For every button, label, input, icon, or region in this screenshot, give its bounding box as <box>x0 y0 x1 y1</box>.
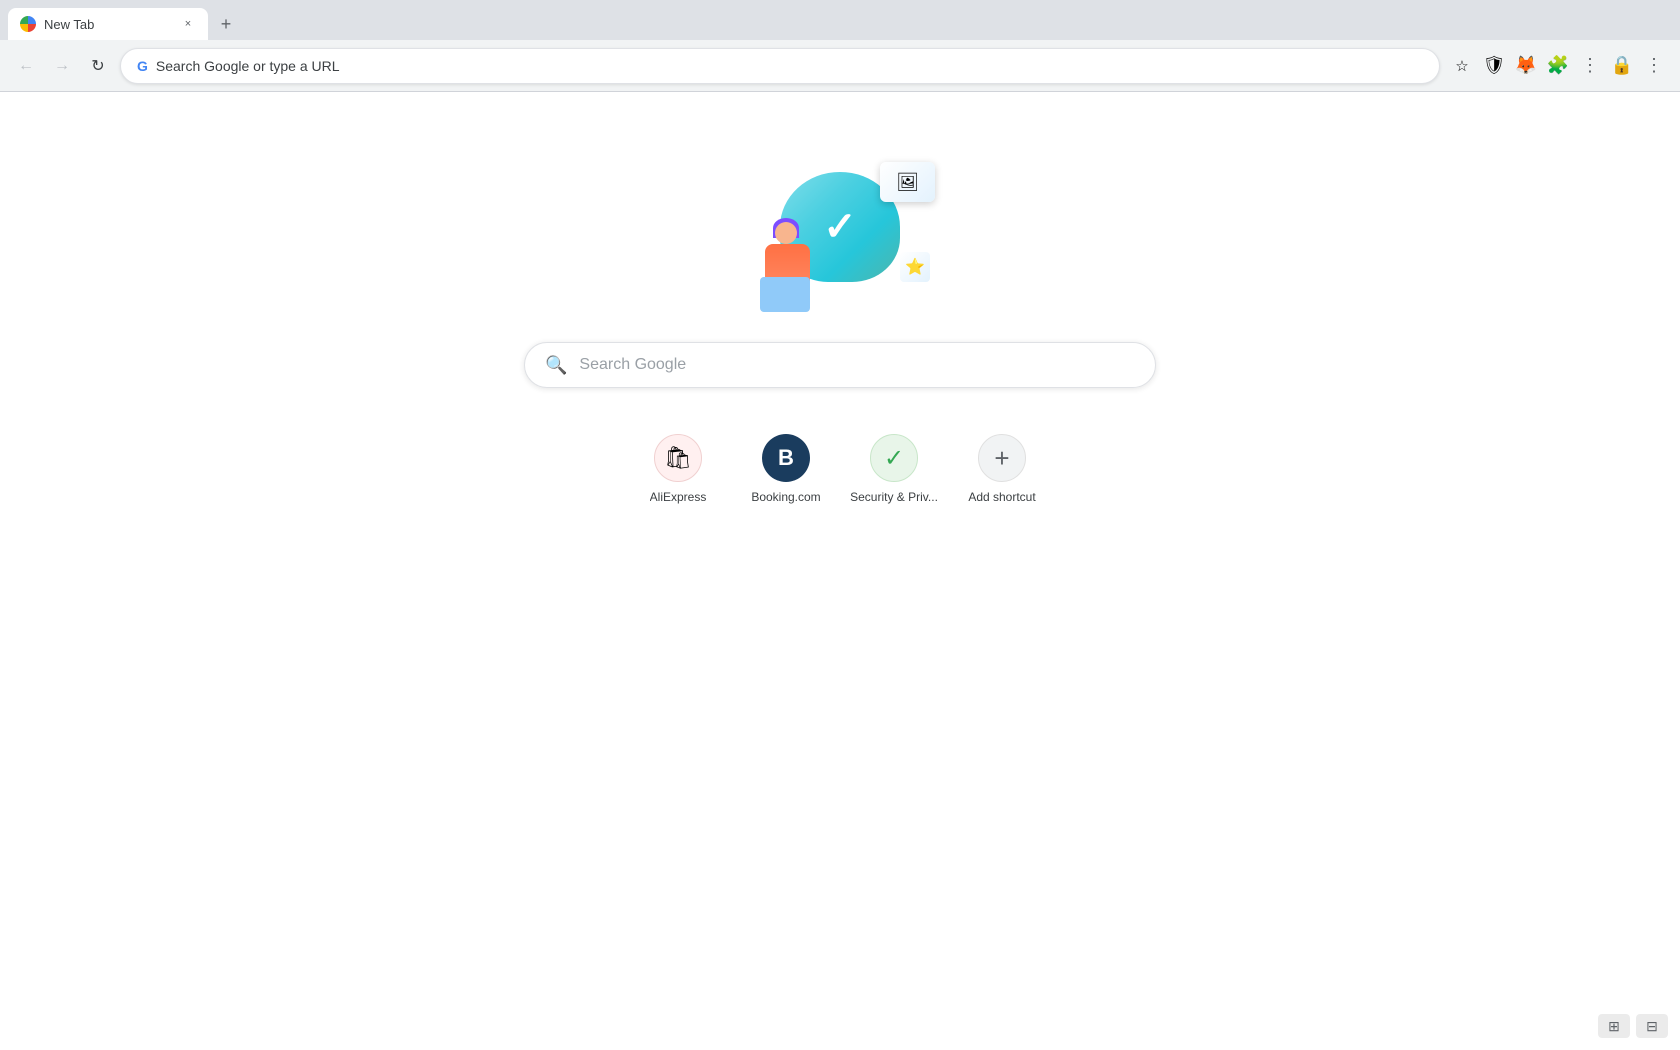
search-bar[interactable]: 🔍 Search Google <box>524 342 1156 388</box>
tab-favicon <box>20 16 36 32</box>
security-icon: ✓ <box>870 434 918 482</box>
aliexpress-icon: 🛍 <box>654 434 702 482</box>
shortcut-security[interactable]: ✓ Security & Priv... <box>844 424 944 514</box>
add-shortcut-label: Add shortcut <box>968 490 1035 504</box>
puzzle-extension-icon[interactable]: 🧩 <box>1544 52 1572 80</box>
security-label: Security & Priv... <box>850 490 938 504</box>
reload-button[interactable]: ↻ <box>84 52 112 80</box>
back-button[interactable]: ← <box>12 52 40 80</box>
green-shield-icon[interactable]: 🔒 <box>1608 52 1636 80</box>
extensions-button[interactable]: ⋮ <box>1576 52 1604 80</box>
card-illustration: 🖼 <box>880 162 935 202</box>
toolbar-icons: ☆ 🛡 🦊 🧩 ⋮ 🔒 ⋮ <box>1448 52 1668 80</box>
booking-label: Booking.com <box>751 490 820 504</box>
bookmark-icon[interactable]: ☆ <box>1448 52 1476 80</box>
active-tab[interactable]: New Tab × <box>8 8 208 40</box>
tab-bar: New Tab × + <box>0 0 1680 40</box>
search-placeholder: Search Google <box>579 356 686 374</box>
grid-view-button[interactable]: ⊞ <box>1598 1014 1630 1038</box>
browser-chrome: New Tab × + ← → ↻ G Search Google or typ… <box>0 0 1680 92</box>
add-shortcut-button[interactable]: + Add shortcut <box>952 424 1052 514</box>
checkmark-illustration: ✓ <box>823 204 857 250</box>
shortcut-booking[interactable]: B Booking.com <box>736 424 836 514</box>
booking-icon: B <box>762 434 810 482</box>
google-icon: G <box>137 58 148 74</box>
fox-extension-icon[interactable]: 🦊 <box>1512 52 1540 80</box>
tab-close-button[interactable]: × <box>180 16 196 32</box>
hero-illustration: ✓ 🖼 ⭐ <box>740 152 940 312</box>
chrome-menu-button[interactable]: ⋮ <box>1640 52 1668 80</box>
address-bar[interactable]: G Search Google or type a URL <box>120 48 1440 84</box>
address-text: Search Google or type a URL <box>156 58 1423 74</box>
star-illustration: ⭐ <box>900 252 930 282</box>
shortcuts-row: 🛍 AliExpress B Booking.com ✓ Security & … <box>628 424 1052 514</box>
shield-extension-icon[interactable]: 🛡 <box>1480 52 1508 80</box>
search-icon: 🔍 <box>545 355 567 376</box>
tab-title: New Tab <box>44 17 172 32</box>
list-view-button[interactable]: ⊟ <box>1636 1014 1668 1038</box>
new-tab-button[interactable]: + <box>212 10 240 38</box>
bottom-right-controls: ⊞ ⊟ <box>1598 1014 1668 1038</box>
new-tab-page: ✓ 🖼 ⭐ 🔍 Search Google 🛍 AliExpress B <box>0 92 1680 1050</box>
shortcut-aliexpress[interactable]: 🛍 AliExpress <box>628 424 728 514</box>
add-shortcut-icon: + <box>978 434 1026 482</box>
aliexpress-label: AliExpress <box>650 490 707 504</box>
address-bar-row: ← → ↻ G Search Google or type a URL ☆ 🛡 … <box>0 40 1680 92</box>
person-illustration <box>755 222 825 312</box>
forward-button[interactable]: → <box>48 52 76 80</box>
